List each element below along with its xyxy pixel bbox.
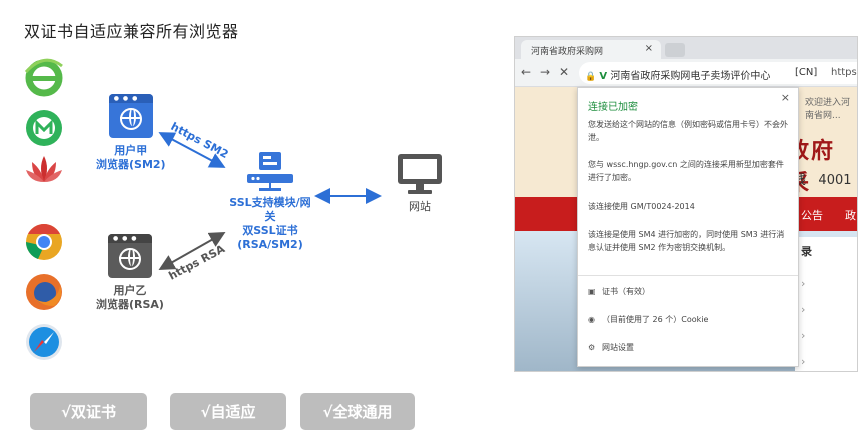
tab-close-icon[interactable]: × <box>645 43 653 54</box>
gateway-server-icon <box>247 152 293 191</box>
gateway-label-2: 双SSL证书 <box>242 224 298 237</box>
feature-adaptive: √自适应 <box>170 393 286 430</box>
cookie-row[interactable]: ◉ （目前使用了 26 个）Cookie <box>588 314 708 325</box>
chevron-right-icon[interactable]: › <box>801 303 805 316</box>
popup-text-1: 您发送给这个网站的信息（例如密码或信用卡号）不会外泄。 <box>588 120 788 142</box>
site-top-text: 欢迎进入河南省网... <box>805 98 851 121</box>
browser-sm2-user: 用户甲 <box>114 144 148 157</box>
feature-dual-cert: √双证书 <box>30 393 147 430</box>
gateway-label-1: SSL支持模块/网关 <box>229 196 311 223</box>
ssl-gateway-node: SSL支持模块/网关 双SSL证书 (RSA/SM2) <box>226 150 314 252</box>
site-nav-gov[interactable]: 政 <box>845 207 856 223</box>
browser-rsa-user: 用户乙 <box>113 284 147 297</box>
url-field[interactable]: 🔒 V 河南省政府采购网电子卖场评价中心 [CN] https:// <box>579 62 857 84</box>
popup-divider <box>578 275 798 276</box>
browser-window-icon: ● ● ● <box>108 94 153 138</box>
url-scheme: https:// <box>831 67 857 78</box>
lock-icon[interactable]: 🔒 <box>585 72 596 82</box>
reload-icon[interactable]: ✕ <box>559 65 569 79</box>
feature-global: √全球通用 <box>300 393 415 430</box>
chevron-right-icon[interactable]: › <box>801 329 805 342</box>
site-phone: 线 4001 <box>793 173 852 188</box>
browser-rsa-type: 浏览器(RSA) <box>96 298 164 311</box>
browser-sm2-type: 浏览器(SM2) <box>96 158 166 171</box>
popup-heading: 连接已加密 <box>588 102 638 113</box>
browser-window-icon: ● ● ● <box>107 234 152 278</box>
forward-icon[interactable]: → <box>540 65 550 79</box>
address-bar: ← → ✕ 🔒 V 河南省政府采购网电子卖场评价中心 [CN] https:// <box>515 59 857 87</box>
monitor-icon <box>398 154 442 194</box>
popup-text-3: 该连接使用 GM/T0024-2014 <box>588 202 695 211</box>
gateway-label-3: (RSA/SM2) <box>237 238 303 251</box>
close-icon[interactable]: × <box>781 91 790 104</box>
site-panel-label: 录 <box>801 245 812 258</box>
site-settings-row[interactable]: ⚙ 网站设置 <box>588 342 634 353</box>
certificate-row[interactable]: ▣ 证书（有效） <box>588 286 650 297</box>
certificate-icon: ▣ <box>588 287 596 296</box>
gear-icon: ⚙ <box>588 343 596 352</box>
cookie-icon: ◉ <box>588 315 595 324</box>
browser-screenshot: 河南省政府采购网 × ← → ✕ 🔒 V 河南省政府采购网电子卖场评价中心 [C… <box>514 36 858 372</box>
site-login-panel: 录 › › › › <box>795 237 857 371</box>
tab-strip: 河南省政府采购网 × <box>515 37 857 59</box>
popup-text-2: 您与 wssc.hngp.gov.cn 之间的连接采用新型加密套件进行了加密。 <box>588 160 784 182</box>
website-label: 网站 <box>409 200 431 213</box>
url-cn: [CN] <box>795 67 818 78</box>
browser-tab[interactable]: 河南省政府采购网 × <box>521 40 661 59</box>
chevron-right-icon[interactable]: › <box>801 277 805 290</box>
browser-rsa-node: ● ● ● 用户乙 浏览器(RSA) <box>96 234 164 312</box>
browser-sm2-node: ● ● ● 用户甲 浏览器(SM2) <box>96 94 166 172</box>
chevron-right-icon[interactable]: › <box>801 355 805 368</box>
new-tab-button[interactable] <box>665 43 685 57</box>
popup-text-4: 该连接是使用 SM4 进行加密的，同时使用 SM3 进行消息认证并使用 SM2 … <box>588 230 785 252</box>
url-prefix: V <box>599 71 608 82</box>
tab-title: 河南省政府采购网 <box>531 47 604 57</box>
url-text: 河南省政府采购网电子卖场评价中心 <box>610 71 771 82</box>
connection-info-popup: × 连接已加密 您发送给这个网站的信息（例如密码或信用卡号）不会外泄。 您与 w… <box>577 87 799 367</box>
back-icon[interactable]: ← <box>521 65 531 79</box>
site-nav-notice[interactable]: 公告 <box>801 207 823 223</box>
website-node: 网站 <box>396 152 444 214</box>
